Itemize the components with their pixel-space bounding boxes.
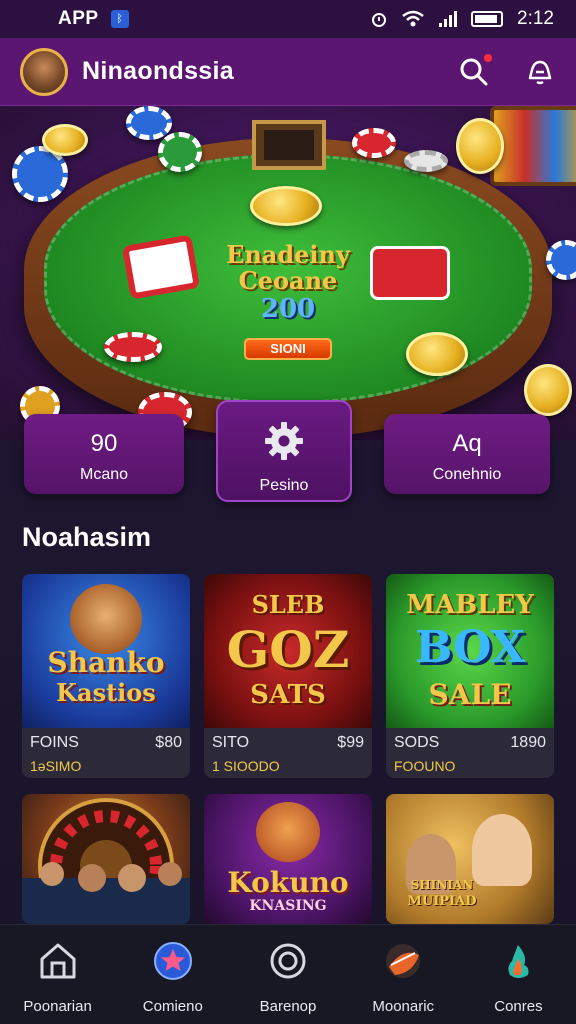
section-title: Noahasim xyxy=(22,522,152,552)
game-price: 1890 xyxy=(510,734,546,751)
nav-label: Barenop xyxy=(259,998,317,1015)
gear-icon xyxy=(265,422,303,460)
moon-icon xyxy=(386,944,421,978)
game-price: $80 xyxy=(155,734,182,751)
notification-dot xyxy=(484,53,492,62)
game-price: $99 xyxy=(337,734,364,751)
avatar[interactable] xyxy=(20,47,68,96)
status-bar: APP ᛒ 2:12 xyxy=(0,0,576,38)
alarm-icon xyxy=(372,13,387,27)
nav-item-barenop[interactable]: Barenop xyxy=(230,925,345,1024)
coin-icon xyxy=(406,332,468,376)
bell-icon xyxy=(528,60,552,84)
hero-banner[interactable]: Enadeiny Ceoane 200 SIONI xyxy=(0,106,576,440)
signal-icon xyxy=(439,11,458,27)
coin-icon xyxy=(456,118,504,174)
chip-icon xyxy=(404,150,448,172)
stat-label: Mcano xyxy=(79,466,129,483)
wifi-icon xyxy=(402,10,424,27)
nav-item-comieno[interactable]: Comieno xyxy=(115,925,230,1024)
wall-picture-illustration xyxy=(252,120,326,170)
status-app-label: APP xyxy=(58,8,99,29)
game-tile[interactable]: SLEB GOZ SATS SITO $99 1 SIOODO xyxy=(204,574,372,778)
game-art-subtitle2: SATS xyxy=(250,680,326,710)
game-tile[interactable]: MABLEY BOX SALE SODS 1890 FOOUNO xyxy=(386,574,554,778)
fox-illustration xyxy=(256,802,320,862)
nav-label: Poonarian xyxy=(23,998,92,1015)
game-sub: FOOUNO xyxy=(394,758,456,774)
game-art: SLEB GOZ SATS xyxy=(204,574,372,728)
game-tile-shinian[interactable]: SHINIAN MUIPIAD xyxy=(386,794,554,924)
stat-label: Conehnio xyxy=(432,466,502,483)
game-sub: 1 SIOODO xyxy=(212,758,280,774)
nav-label: Conres xyxy=(494,998,543,1015)
coin-icon xyxy=(250,186,322,226)
game-art-subtitle2: SALE xyxy=(428,678,512,711)
game-art-title: MABLEY xyxy=(406,590,534,620)
game-tile-roulette[interactable] xyxy=(22,794,190,924)
status-time: 2:12 xyxy=(517,8,554,29)
stat-value: Aq xyxy=(452,430,482,457)
nav-label: Moonaric xyxy=(372,998,435,1015)
bottom-navigation: Poonarian Comieno Barenop Moonaric Conre… xyxy=(0,924,576,1024)
nav-item-conres[interactable]: Conres xyxy=(461,925,576,1024)
hero-title: Enadeiny Ceoane 200 xyxy=(200,240,376,325)
card-icon xyxy=(370,246,450,300)
flame-icon xyxy=(508,945,529,978)
chip-icon xyxy=(126,106,172,140)
coin-icon xyxy=(524,364,572,416)
ring-icon xyxy=(270,943,306,979)
notifications-button[interactable] xyxy=(524,56,556,88)
settings-card[interactable]: Pesino xyxy=(216,400,352,502)
lion-illustration xyxy=(70,584,142,654)
stat-card-conehnio[interactable]: Aq Conehnio xyxy=(384,414,550,494)
app-header: Ninaondssia xyxy=(0,38,576,106)
game-art-subtitle: BOX xyxy=(415,622,525,673)
chip-icon xyxy=(104,332,162,362)
star-badge-icon xyxy=(153,942,192,980)
chip-icon xyxy=(158,132,202,172)
hero-title-line2: Ceoane xyxy=(238,266,338,295)
game-name: SITO xyxy=(212,734,250,751)
roulette-wheel-illustration xyxy=(22,798,190,924)
stat-value: 90 xyxy=(90,430,118,457)
game-art-subtitle: MUIPIAD xyxy=(407,894,477,909)
game-tile-kokuno[interactable]: Kokuno KNASING xyxy=(204,794,372,924)
search-button[interactable] xyxy=(458,53,492,88)
game-art: MABLEY BOX SALE xyxy=(386,574,554,728)
game-sub: 1ǝSIMO xyxy=(30,758,82,774)
game-art-subtitle: Kastios xyxy=(56,678,156,707)
game-art-title: Shanko xyxy=(47,646,165,679)
stat-card-mcano[interactable]: 90 Mcano xyxy=(24,414,184,494)
brand-title: Ninaondssia xyxy=(82,57,234,85)
nav-item-moonaric[interactable]: Moonaric xyxy=(346,925,461,1024)
game-art: Shanko Kastios xyxy=(22,574,190,728)
person-illustration xyxy=(472,814,532,886)
chip-icon xyxy=(352,128,396,158)
game-name: SODS xyxy=(394,734,440,751)
game-art-subtitle: KNASING xyxy=(249,898,327,914)
game-tile[interactable]: Shanko Kastios FOINS $80 1ǝSIMO xyxy=(22,574,190,778)
game-name: FOINS xyxy=(30,734,79,751)
game-art-title: Kokuno xyxy=(227,866,349,899)
hero-title-number: 200 xyxy=(260,294,316,324)
game-art-subtitle: GOZ xyxy=(226,620,350,679)
game-art-title: SLEB xyxy=(251,590,325,619)
stat-label: Pesino xyxy=(259,477,309,494)
game-art-title: SHINIAN xyxy=(410,878,474,892)
bluetooth-icon: ᛒ xyxy=(110,10,129,28)
coin-icon xyxy=(42,124,88,156)
hero-spin-button[interactable]: SIONI xyxy=(244,338,332,360)
hero-title-line1: Enadeiny xyxy=(226,240,350,269)
battery-icon xyxy=(471,11,504,27)
nav-item-poonarian[interactable]: Poonarian xyxy=(0,925,115,1024)
app-screen: APP ᛒ 2:12 Ninaondssia Enadeiny Ceoane 2… xyxy=(0,0,576,1024)
house-icon xyxy=(40,943,76,979)
nav-label: Comieno xyxy=(142,998,203,1015)
